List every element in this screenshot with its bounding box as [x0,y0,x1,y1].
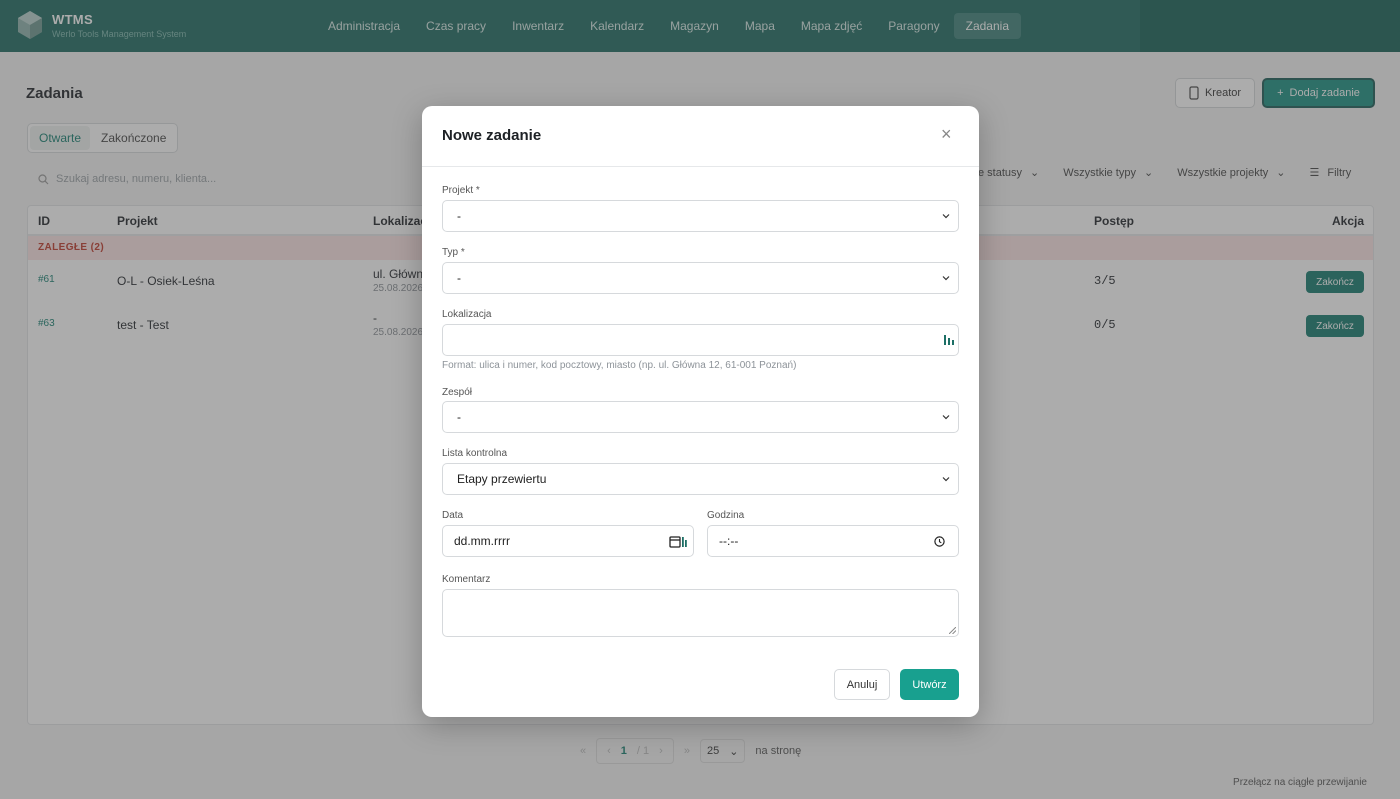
time-value: --:-- [719,534,739,548]
create-button[interactable]: Utwórz [900,669,959,700]
typ-value: - [457,271,461,285]
modal-header: Nowe zadanie × [422,106,979,167]
komentarz-label: Komentarz [442,574,491,585]
date-input[interactable]: dd.mm.rrrr [442,525,694,557]
projekt-select[interactable]: - [442,200,959,232]
new-task-modal: Nowe zadanie × Projekt * - Typ * - Lokal… [422,106,979,717]
typ-select[interactable]: - [442,262,959,294]
checklist-select[interactable]: Etapy przewiertu [442,463,959,495]
projekt-label: Projekt * [442,185,480,196]
clock-icon [934,536,945,547]
chevron-down-icon [942,214,950,219]
modal-title: Nowe zadanie [442,127,542,144]
zespol-value: - [457,410,461,424]
data-label: Data [442,510,464,521]
cancel-button[interactable]: Anuluj [834,669,890,700]
autofill-icon [944,335,954,345]
resize-handle-icon[interactable] [949,627,956,634]
zespol-select[interactable]: - [442,401,959,433]
lokalizacja-input[interactable] [442,324,959,356]
comment-textarea[interactable] [442,589,959,637]
time-input[interactable]: --:-- [707,525,959,557]
lista-label: Lista kontrolna [442,448,508,459]
godzina-label: Godzina [707,510,745,521]
calendar-icon [669,536,687,548]
chevron-down-icon [942,477,950,482]
zespol-label: Zespół [442,387,473,398]
lokalizacja-label: Lokalizacja [442,309,492,320]
checklist-value: Etapy przewiertu [457,472,547,486]
date-value: dd.mm.rrrr [454,534,510,548]
lokalizacja-hint: Format: ulica i numer, kod pocztowy, mia… [442,360,797,371]
chevron-down-icon [942,415,950,420]
chevron-down-icon [942,276,950,281]
typ-label: Typ * [442,247,465,258]
close-icon[interactable]: × [941,125,955,143]
projekt-value: - [457,209,461,223]
